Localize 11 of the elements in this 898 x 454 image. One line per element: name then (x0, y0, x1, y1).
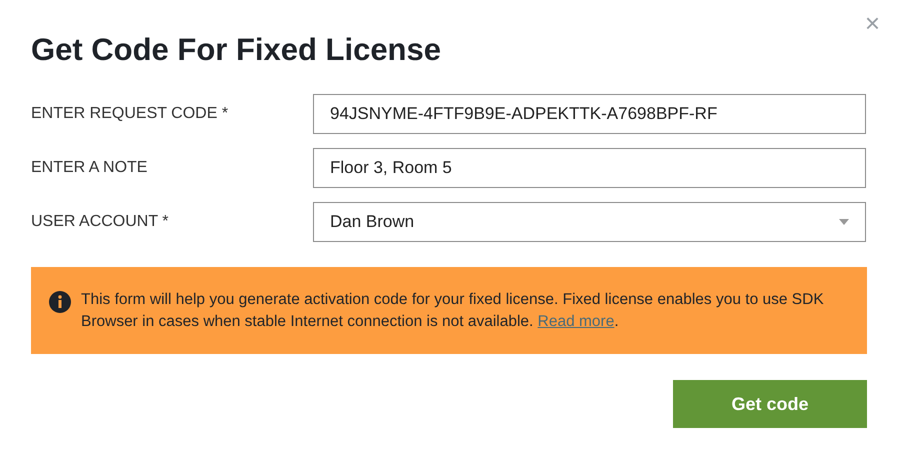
input-field[interactable]: Floor 3, Room 5 (313, 148, 866, 188)
field-label: ENTER A NOTE (31, 158, 148, 178)
caret-icon (839, 219, 849, 225)
account-dropdown[interactable]: Dan Brown (313, 202, 866, 242)
dialog-title: Get Code For Fixed License (31, 31, 442, 69)
notice-text: This form will help you generate activation code for your fixed license. Fixed license enables you to use SDK Browser in cases when stable Internet connection is not available. Read more. (81, 290, 825, 332)
field-label: ENTER REQUEST CODE * (31, 104, 230, 124)
get-code-button[interactable]: Get code (673, 380, 867, 428)
info-icon (49, 291, 71, 313)
input-field[interactable]: 94JSNYME-4FTF9B9E-ADPEKTTK-A7698BPF-RF (313, 94, 866, 134)
field-label: USER ACCOUNT * (31, 212, 170, 232)
